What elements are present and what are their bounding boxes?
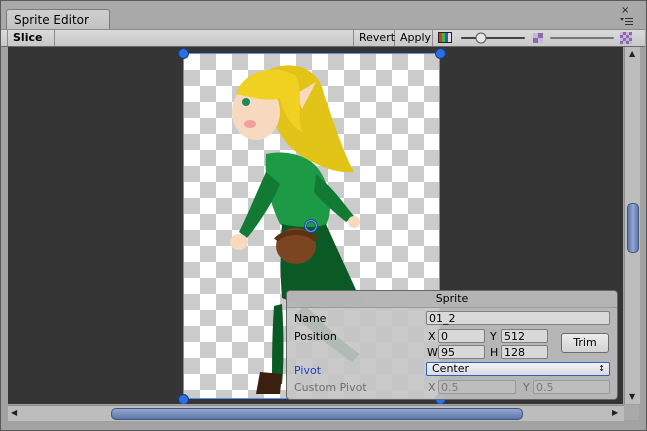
scroll-up-icon[interactable]: ▲: [629, 50, 635, 58]
vertical-scrollbar[interactable]: ▲ ▼: [624, 47, 640, 404]
y-label: Y: [490, 330, 497, 343]
sprite-properties-panel: Sprite Name 01_2 Position X 0 Y 512 W 95…: [286, 290, 618, 400]
slice-dropdown[interactable]: Slice ↕: [7, 30, 55, 59]
dropdown-arrows-icon: ↕: [598, 364, 605, 373]
height-field[interactable]: 128: [501, 345, 548, 359]
name-field[interactable]: 01_2: [426, 311, 610, 325]
pivot-label: Pivot: [294, 364, 322, 377]
position-y-field[interactable]: 512: [501, 329, 548, 343]
position-label: Position: [294, 330, 337, 343]
window-menu-icon[interactable]: [620, 17, 634, 27]
trim-button[interactable]: Trim: [561, 333, 609, 353]
custom-pivot-y-field[interactable]: 0.5: [533, 380, 610, 394]
toolbar: Slice ↕ Revert Apply: [1, 29, 645, 59]
mip-small-icon: [533, 33, 543, 43]
mip-large-icon: [620, 32, 632, 44]
custom-pivot-label: Custom Pivot: [294, 381, 367, 394]
corner-handle-top-right[interactable]: [435, 48, 446, 59]
scroll-corner: [624, 405, 639, 420]
pivot-dropdown[interactable]: Center ↕: [426, 362, 610, 376]
mip-slider[interactable]: [548, 32, 616, 44]
apply-button[interactable]: Apply: [395, 30, 433, 46]
width-field[interactable]: 95: [438, 345, 485, 359]
pivot-handle-icon[interactable]: [304, 219, 318, 233]
zoom-slider[interactable]: [459, 32, 527, 44]
w-label: W: [427, 346, 438, 359]
custom-pivot-y-label: Y: [523, 381, 530, 394]
panel-title: Sprite: [287, 291, 617, 308]
h-label: H: [490, 346, 499, 359]
scroll-right-icon[interactable]: ▶: [612, 409, 618, 417]
horizontal-scrollbar[interactable]: ◀ ▶: [8, 405, 624, 421]
vertical-scroll-thumb[interactable]: [627, 203, 639, 253]
slice-label: Slice: [13, 31, 43, 44]
close-icon[interactable]: ×: [621, 6, 629, 16]
x-label: X: [428, 330, 436, 343]
pivot-value: Center: [432, 362, 470, 375]
corner-handle-bottom-left[interactable]: [178, 394, 189, 404]
horizontal-scroll-thumb[interactable]: [111, 408, 523, 420]
color-channel-icon[interactable]: [438, 32, 452, 43]
custom-pivot-x-field[interactable]: 0.5: [438, 380, 516, 394]
tab-sprite-editor[interactable]: Sprite Editor: [6, 9, 110, 29]
corner-handle-top-left[interactable]: [178, 48, 189, 59]
scroll-left-icon[interactable]: ◀: [11, 409, 17, 417]
scroll-down-icon[interactable]: ▼: [629, 393, 635, 401]
custom-pivot-x-label: X: [428, 381, 436, 394]
position-x-field[interactable]: 0: [438, 329, 485, 343]
revert-button[interactable]: Revert: [353, 30, 395, 46]
name-label: Name: [294, 312, 327, 325]
